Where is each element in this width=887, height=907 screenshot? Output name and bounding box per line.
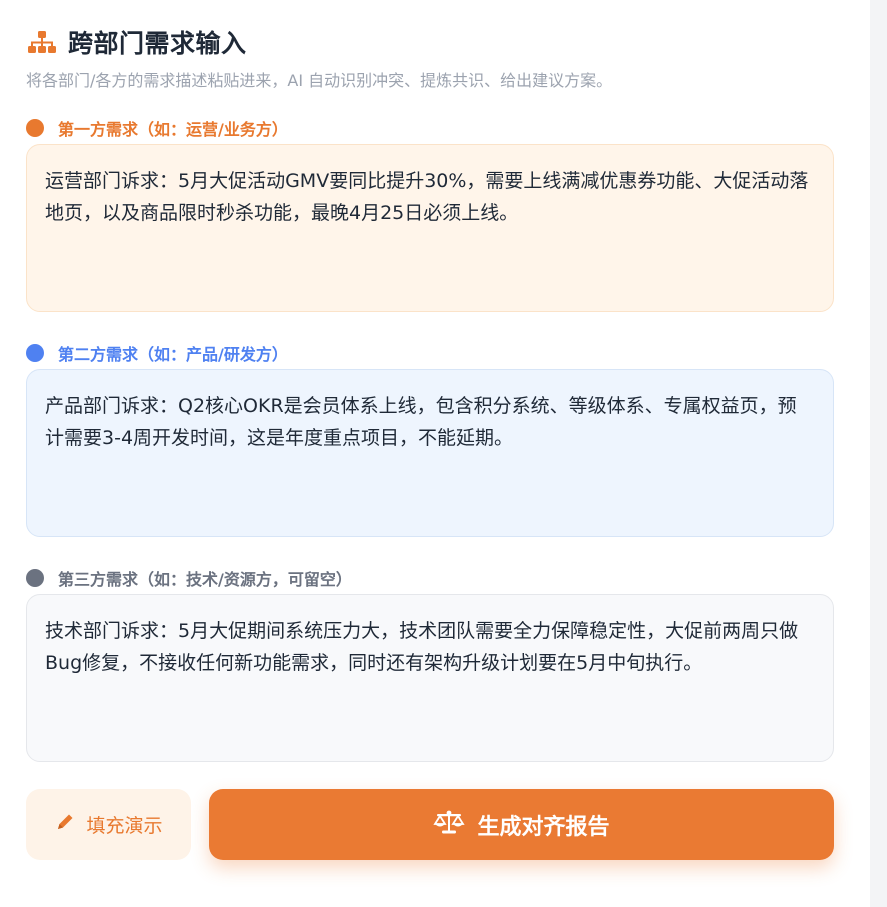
page-subtitle: 将各部门/各方的需求描述粘贴进来，AI 自动识别冲突、提炼共识、给出建议方案。 — [26, 71, 613, 90]
party-1-label-text: 第一方需求（如：运营/业务方） — [58, 120, 288, 139]
fill-demo-label: 填充演示 — [86, 815, 163, 837]
party-3-label-text: 第三方需求（如：技术/资源方，可留空） — [58, 570, 352, 589]
panel-header: 跨部门需求输入 — [26, 24, 247, 60]
party-2-label-text: 第二方需求（如：产品/研发方） — [58, 345, 288, 364]
page-title: 跨部门需求输入 — [68, 29, 247, 58]
sitemap-icon — [26, 29, 58, 55]
generate-report-label: 生成对齐报告 — [477, 814, 610, 840]
scrollbar-track[interactable] — [870, 0, 887, 907]
fill-demo-button[interactable]: 填充演示 — [26, 789, 191, 860]
party-3-dot — [26, 569, 44, 587]
party-1-requirement-input[interactable]: 运营部门诉求：5月大促活动GMV要同比提升30%，需要上线满减优惠券功能、大促活… — [26, 144, 834, 312]
party-1-dot — [26, 119, 44, 137]
pencil-icon — [54, 811, 76, 838]
party-2-requirement-input[interactable]: 产品部门诉求：Q2核心OKR是会员体系上线，包含积分系统、等级体系、专属权益页，… — [26, 369, 834, 537]
generate-report-button[interactable]: 生成对齐报告 — [209, 789, 834, 860]
party-2-label: 第二方需求（如：产品/研发方） — [26, 341, 288, 365]
party-3-requirement-input[interactable]: 技术部门诉求：5月大促期间系统压力大，技术团队需要全力保障稳定性，大促前两周只做… — [26, 594, 834, 762]
party-1-label: 第一方需求（如：运营/业务方） — [26, 116, 288, 140]
party-3-label: 第三方需求（如：技术/资源方，可留空） — [26, 566, 352, 590]
party-2-dot — [26, 344, 44, 362]
scale-icon — [433, 809, 466, 841]
